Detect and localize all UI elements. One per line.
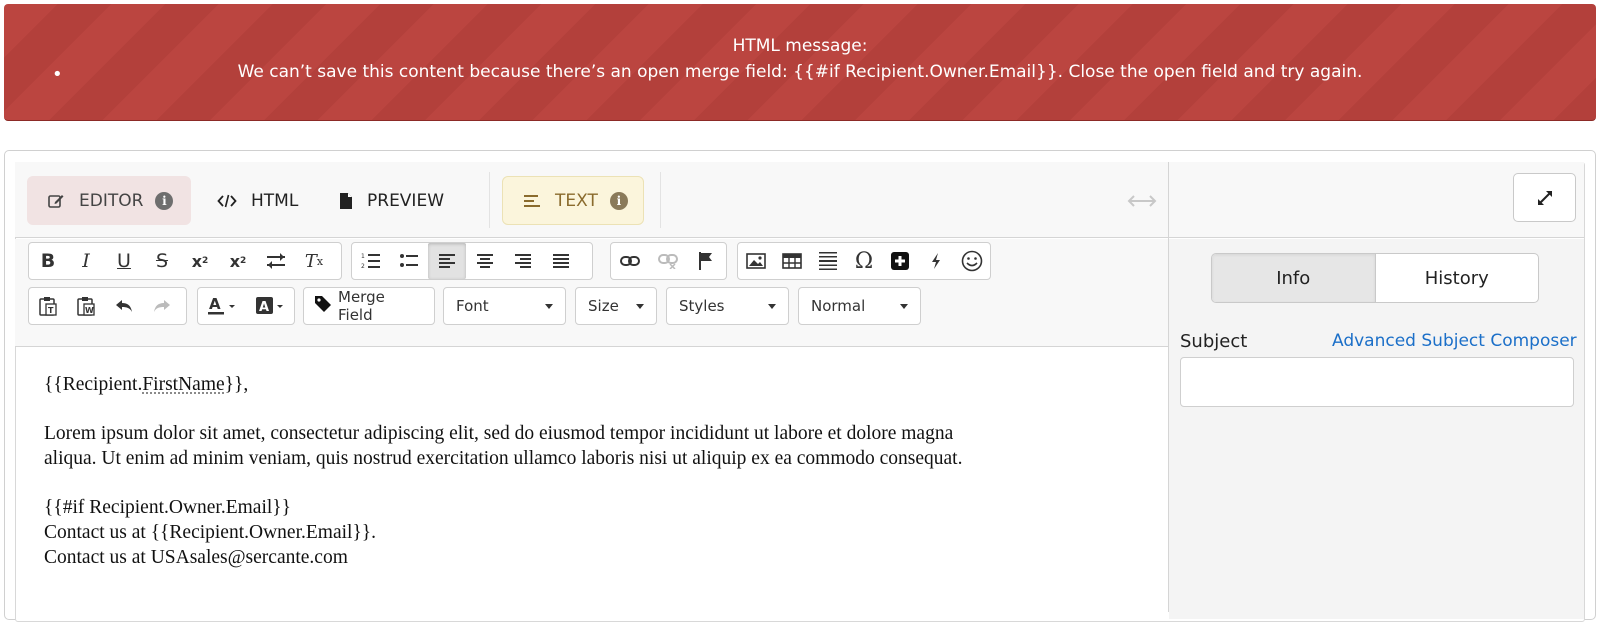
greeting-prefix: {{Recipient. [44,374,142,395]
align-center-icon[interactable] [466,243,504,279]
contact-line: Contact us at USAsales@sercante.com [44,545,1144,570]
undo-icon[interactable] [105,288,143,324]
font-dropdown-label: Font [456,297,489,315]
align-justify-icon[interactable] [542,243,580,279]
greeting-suffix: }}, [225,374,249,395]
merge-field-label: Merge Field [338,288,424,324]
svg-text:W: W [85,306,94,315]
greeting-field: FirstName [142,374,224,395]
tab-html[interactable]: HTML [215,176,315,225]
align-right-icon[interactable] [504,243,542,279]
format-dropdown[interactable]: Normal [798,287,921,325]
expand-icon [1536,189,1554,207]
color-group: A A [197,287,295,325]
info-icon[interactable]: i [155,192,173,210]
tab-divider [660,172,661,228]
underline-button[interactable]: U [105,243,143,279]
paste-word-icon[interactable]: W [67,288,105,324]
horizontal-rule-icon[interactable] [810,243,846,279]
svg-text:T: T [48,306,54,315]
document-icon [339,192,353,210]
insert-block-icon[interactable] [882,243,918,279]
align-left-lines-icon [523,193,541,209]
remove-format-icon[interactable]: Tx [295,243,333,279]
tab-html-label: HTML [251,191,298,211]
banner-title: HTML message: [4,36,1596,56]
subscript-button[interactable]: x2 [181,243,219,279]
format-dropdown-label: Normal [811,297,865,315]
align-left-icon[interactable] [428,243,466,279]
if-merge-line: {{#if Recipient.Owner.Email}} [44,495,1144,520]
tab-editor[interactable]: EDITOR i [27,176,191,225]
advanced-subject-composer-link[interactable]: Advanced Subject Composer [1332,331,1577,351]
list-align-group: 12 [351,242,593,280]
code-icon [217,193,237,209]
emoji-icon[interactable] [954,243,990,279]
text-color-icon[interactable]: A [198,288,246,324]
tab-preview-label: PREVIEW [367,191,444,211]
mode-tabs-bar: EDITOR i HTML PREVIEW TEXT i [15,162,1168,238]
background-color-icon[interactable]: A [246,288,294,324]
font-dropdown[interactable]: Font [443,287,566,325]
special-character-icon[interactable]: Ω [846,243,882,279]
resize-handle-icon[interactable] [1127,187,1157,215]
greeting-line: {{Recipient.FirstName}}, [44,372,1144,397]
strikethrough-button[interactable]: S [143,243,181,279]
banner-message: We can’t save this content because there… [4,62,1596,82]
image-icon[interactable] [738,243,774,279]
bullet-list-icon[interactable] [390,243,428,279]
info-icon[interactable]: i [610,192,628,210]
chevron-down-icon [900,304,908,309]
chevron-down-icon [545,304,553,309]
tab-preview[interactable]: PREVIEW [337,176,467,225]
expand-button[interactable] [1513,173,1576,222]
svg-text:A: A [259,300,269,315]
svg-text:2: 2 [361,263,365,270]
clipboard-history-group: T W [28,287,187,325]
tab-history[interactable]: History [1376,254,1539,302]
redo-icon[interactable] [143,288,181,324]
bold-button[interactable]: B [29,243,67,279]
lightning-icon[interactable] [918,243,954,279]
contact-line: Contact us at {{Recipient.Owner.Email}}. [44,520,1144,545]
svg-text:A: A [209,296,221,313]
subject-input[interactable] [1180,357,1574,407]
size-dropdown-label: Size [588,297,619,315]
superscript-button[interactable]: x2 [219,243,257,279]
insert-group: Ω [737,242,991,280]
table-icon[interactable] [774,243,810,279]
numbered-list-icon[interactable]: 12 [352,243,390,279]
link-icon[interactable] [611,243,649,279]
subject-label: Subject [1180,331,1247,352]
tag-icon [314,295,332,317]
svg-text:1: 1 [361,253,365,260]
tab-text[interactable]: TEXT i [502,176,644,225]
unlink-icon[interactable] [649,243,687,279]
paragraph-line: aliqua. Ut enim ad minim veniam, quis no… [44,448,962,469]
styles-dropdown[interactable]: Styles [666,287,789,325]
tab-info[interactable]: Info [1212,254,1376,302]
editor-content-area[interactable]: {{Recipient.FirstName}}, Lorem ipsum dol… [44,372,1144,570]
tab-editor-label: EDITOR [79,191,143,211]
paste-text-icon[interactable]: T [29,288,67,324]
chevron-down-icon [636,304,644,309]
text-direction-icon[interactable] [257,243,295,279]
size-dropdown[interactable]: Size [575,287,657,325]
paragraph-line: Lorem ipsum dolor sit amet, consectetur … [44,423,953,444]
anchor-flag-icon[interactable] [687,243,725,279]
merge-field-button[interactable]: Merge Field [303,287,435,325]
italic-button[interactable]: I [67,243,105,279]
panel-segmented-control: Info History [1211,253,1539,303]
tab-divider [489,172,490,228]
styles-dropdown-label: Styles [679,297,725,315]
body-paragraph: Lorem ipsum dolor sit amet, consectetur … [44,421,1144,471]
chevron-down-icon [768,304,776,309]
text-style-group: B I U S x2 x2 Tx [28,242,342,280]
tab-text-label: TEXT [555,191,598,211]
edit-icon [47,192,65,210]
error-banner: HTML message: • We can’t save this conte… [4,4,1596,121]
link-group [610,242,727,280]
